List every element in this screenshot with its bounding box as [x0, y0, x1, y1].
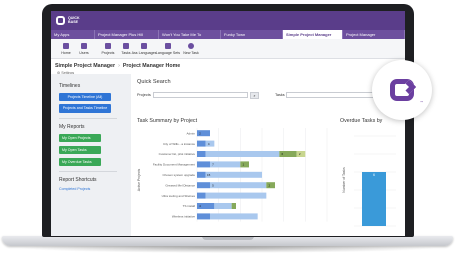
bar-segment[interactable]	[205, 171, 262, 178]
completed-projects-link[interactable]: Completed Projects	[59, 187, 117, 191]
category-label: City of Wills - a instance	[163, 142, 195, 146]
page-name: Project Manager Home	[122, 63, 181, 69]
bar-segment[interactable]	[197, 161, 210, 168]
app-screen: QUICK BASE My Apps Project Manager Plus …	[51, 11, 405, 236]
search-icon: ⌕	[253, 92, 256, 98]
home-icon	[63, 42, 69, 49]
overdue-tasks-title: Overdue Tasks by	[340, 118, 383, 124]
toolbar-label: Users	[79, 50, 89, 55]
tasks-icon	[123, 42, 129, 49]
divider	[59, 170, 117, 172]
projects-search-button[interactable]: ⌕	[250, 91, 259, 99]
toolbar: Home Users Projects Tasks Ass Languages …	[51, 39, 405, 59]
quickbase-badge: ™	[372, 60, 432, 120]
tab-simple-project-manager[interactable]: Simple Project Manager	[283, 30, 343, 39]
bar-segment[interactable]	[205, 151, 280, 157]
shortcuts-heading: Report Shortcuts	[59, 176, 97, 183]
toolbar-label: Language Sets	[155, 50, 181, 55]
divider	[59, 117, 117, 119]
data-label: 15	[207, 173, 211, 177]
tab-wont-you-take-me-to[interactable]: Won't You Take Me To	[159, 30, 221, 39]
timelines-heading: Timelines	[59, 83, 81, 89]
projects-tasks-timeline-button[interactable]: Projects and Tasks Timeline	[59, 104, 111, 113]
quick-search-title: Quick Search	[137, 79, 171, 85]
data-label: 6	[373, 173, 375, 177]
users-icon	[81, 42, 87, 49]
bar-segment[interactable]	[197, 140, 206, 147]
reports-heading: My Reports	[59, 123, 85, 130]
toolbar-ass-languages[interactable]: Ass Languages	[132, 42, 156, 55]
toolbar-home[interactable]: Home	[57, 42, 75, 55]
toolbar-label: Ass Languages	[131, 50, 157, 55]
projects-timeline-button[interactable]: Projects Timeline (All)	[59, 93, 111, 102]
overdue-bar[interactable]	[362, 172, 386, 226]
language-icon	[141, 42, 147, 49]
app-name[interactable]: Simple Project Manager	[55, 63, 115, 69]
toolbar-new-task[interactable]: New Task	[182, 42, 200, 55]
category-label: Facility Document Management	[153, 163, 195, 167]
bar-segment[interactable]	[197, 213, 210, 220]
toolbar-users[interactable]: Users	[75, 42, 93, 55]
bar-segment[interactable]	[210, 213, 258, 220]
dashboard: Timelines Projects Timeline (All) Projec…	[51, 74, 405, 236]
bar-segment[interactable]	[214, 203, 232, 209]
category-label: Wireless initiative	[172, 215, 196, 219]
category-label: Greased Mel Distance	[165, 183, 195, 187]
toolbar-label: Tasks	[121, 50, 131, 55]
left-column: Timelines Projects Timeline (All) Projec…	[59, 80, 117, 191]
main-panel: Quick Search Projects ⌕ Tasks Task Summa…	[131, 74, 405, 236]
category-label: TS install	[183, 204, 196, 208]
task-summary-title: Task Summary by Project	[137, 118, 198, 124]
tab-project-manager-plus-hill[interactable]: Project Manager Plus Hill	[95, 30, 159, 39]
quickbase-logo-icon[interactable]	[56, 16, 65, 25]
overdue-y-label: Number of Tasks	[342, 167, 346, 193]
toolbar-language-sets[interactable]: Language Sets	[155, 42, 181, 55]
category-label: Customer list, pilot initiative	[159, 152, 196, 156]
plus-icon	[188, 42, 194, 49]
logo-text: QUICK BASE	[68, 15, 80, 24]
language-sets-icon	[165, 42, 171, 49]
toolbar-projects[interactable]: Projects	[99, 42, 117, 55]
app-tabs: My Apps Project Manager Plus Hill Won't …	[51, 30, 405, 39]
bar-segment[interactable]	[197, 171, 206, 178]
tab-funky-town[interactable]: Funky Town	[221, 30, 283, 39]
bar-segment[interactable]	[231, 203, 236, 209]
top-bar: QUICK BASE	[51, 11, 405, 30]
projects-icon	[105, 42, 111, 49]
my-open-projects-button[interactable]: My Open Projects	[59, 133, 101, 142]
my-overdue-tasks-button[interactable]: My Overdue Tasks	[59, 157, 101, 166]
toolbar-label: Projects	[101, 50, 115, 55]
tab-my-apps[interactable]: My Apps	[51, 30, 95, 39]
category-label: Admin	[186, 131, 195, 135]
bar-segment[interactable]	[197, 192, 206, 199]
toolbar-label: New Task	[183, 50, 199, 55]
bar-segment[interactable]	[205, 192, 267, 199]
trademark-mark: ™	[420, 100, 423, 104]
task-summary-chart: Active Projects Admin City of Wills - a i…	[137, 128, 328, 222]
category-label: Chosen system upgrade	[162, 173, 195, 177]
toolbar-label: Home	[61, 50, 71, 55]
laptop-base	[2, 236, 453, 246]
my-open-tasks-button[interactable]: My Open Tasks	[59, 145, 101, 154]
overdue-tasks-chart: Number of Tasks 6	[342, 135, 396, 227]
task-summary-y-label: Active Projects	[137, 168, 141, 191]
tab-project-manager[interactable]: Project Manager	[343, 30, 405, 39]
projects-search-input[interactable]	[153, 92, 248, 98]
category-label: Ultra tooling and Shelves	[162, 194, 196, 198]
bar-segment[interactable]	[210, 161, 241, 168]
bar-segment[interactable]	[210, 182, 267, 189]
tasks-label: Tasks	[275, 93, 285, 97]
breadcrumb-separator: ›	[118, 63, 120, 69]
bar-segment[interactable]	[197, 182, 210, 189]
projects-label: Projects	[137, 93, 151, 97]
bar-segment[interactable]	[197, 151, 206, 157]
